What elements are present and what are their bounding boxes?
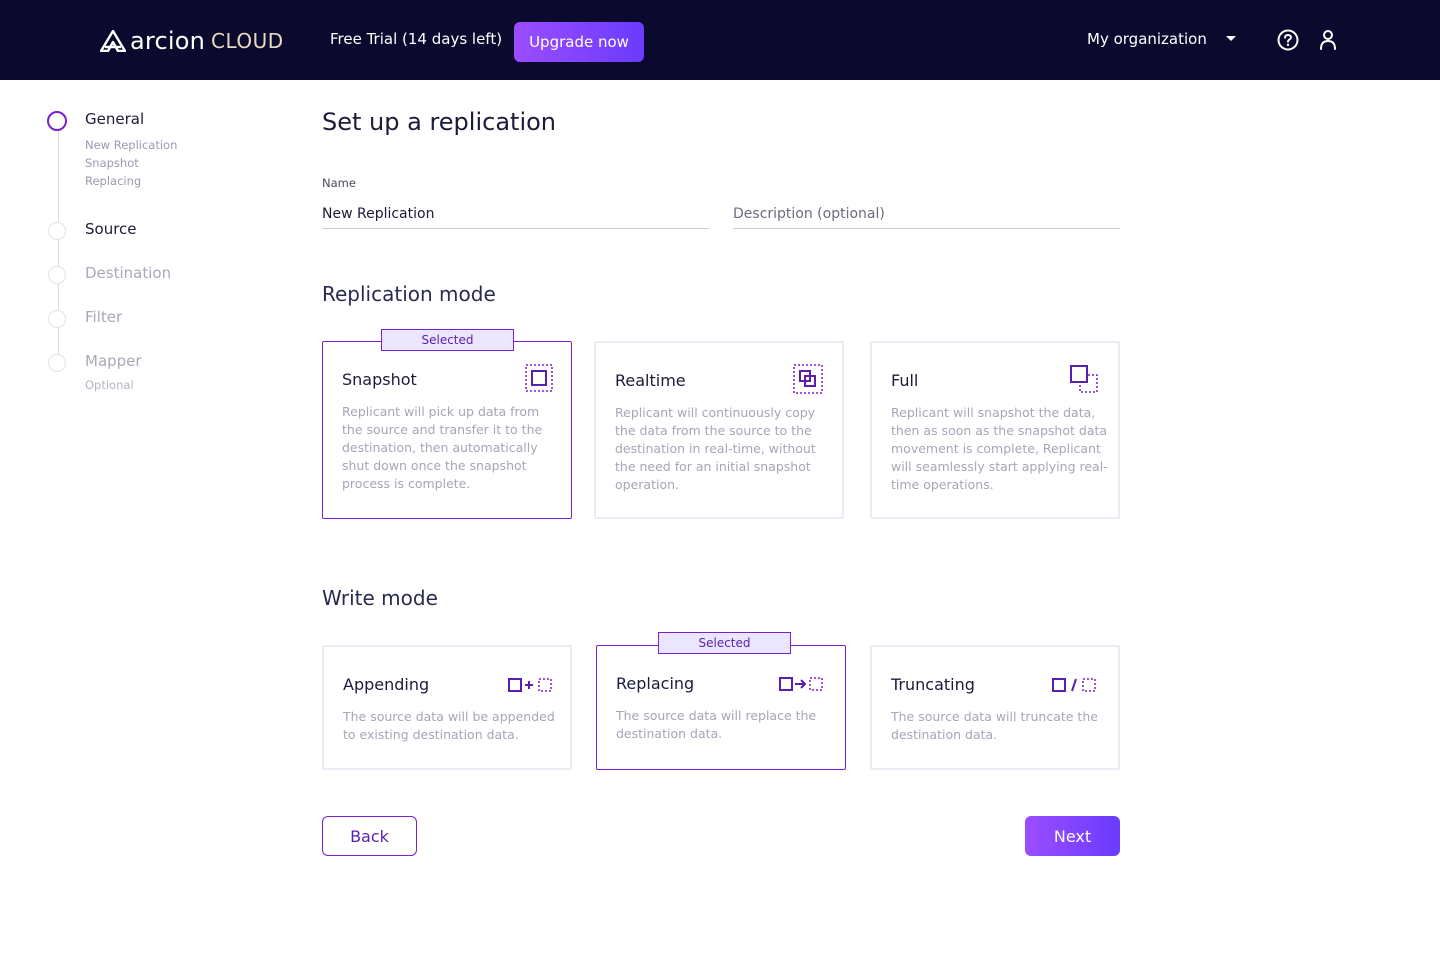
card-description-line: The source data will truncate the <box>891 709 1098 724</box>
logo-cloud-text: CLOUD <box>211 29 284 53</box>
step-sub-replication-mode: Snapshot <box>85 156 139 170</box>
card-description-line: time operations. <box>891 477 994 492</box>
upgrade-now-button[interactable]: Upgrade now <box>514 22 644 62</box>
step-label: Source <box>85 220 137 238</box>
step-indicator-active <box>47 111 67 131</box>
card-description-line: the need for an initial snapshot <box>615 459 811 474</box>
card-description-line: destination data. <box>616 726 723 741</box>
step-indicator <box>48 354 66 372</box>
card-description-line: operation. <box>615 477 679 492</box>
card-description-line: shut down once the snapshot <box>342 458 527 473</box>
card-description-line: Replicant will pick up data from <box>342 404 540 419</box>
write-mode-title: Write mode <box>322 586 438 610</box>
step-label: Filter <box>85 308 123 326</box>
step-label: Mapper <box>85 352 142 370</box>
top-bar: arcion CLOUD Free Trial (14 days left) U… <box>0 0 1440 80</box>
name-input[interactable] <box>322 200 709 229</box>
card-description-line: then as soon as the snapshot data <box>891 423 1108 438</box>
card-title: Replacing <box>616 674 695 693</box>
card-description-line: the data from the source to the <box>615 423 812 438</box>
card-description-line: The source data will be appended <box>343 709 555 724</box>
truncate-icon <box>1052 678 1096 692</box>
card-description-line: Replicant will snapshot the data, <box>891 405 1096 420</box>
card-title: Snapshot <box>342 370 417 389</box>
card-title: Appending <box>343 675 430 694</box>
user-icon[interactable] <box>1318 29 1338 51</box>
selected-badge: Selected <box>658 632 791 654</box>
card-description-line: the source and transfer it to the <box>342 422 543 437</box>
card-description-line: destination in real-time, without <box>615 441 816 456</box>
snapshot-icon <box>525 364 553 392</box>
card-description-line: destination, then automatically <box>342 440 538 455</box>
step-indicator <box>48 266 66 284</box>
replace-icon <box>779 677 823 691</box>
realtime-icon <box>793 364 823 394</box>
card-description-line: Replicant will continuously copy <box>615 405 816 420</box>
replication-mode-snapshot-card[interactable]: Snapshot Replicant will pick up data fro… <box>322 341 572 519</box>
write-mode-appending-card[interactable]: Appending The source data will be append… <box>322 645 572 770</box>
step-label: Destination <box>85 264 172 282</box>
page-title: Set up a replication <box>322 108 556 136</box>
step-indicator <box>48 222 66 240</box>
help-icon[interactable] <box>1277 29 1299 51</box>
step-indicator <box>48 310 66 328</box>
step-sub-optional: Optional <box>85 378 134 392</box>
arcion-logo-icon <box>100 30 126 52</box>
back-button[interactable]: Back <box>322 816 417 856</box>
write-mode-replacing-card[interactable]: Replacing The source data will replace t… <box>596 645 846 770</box>
card-description-line: will seamlessly start applying real- <box>891 459 1108 474</box>
step-label: General <box>85 110 145 128</box>
arcion-logo[interactable]: arcion CLOUD <box>100 26 284 56</box>
replication-mode-full-card[interactable]: Full Replicant will snapshot the data, t… <box>870 341 1120 519</box>
card-title: Truncating <box>891 675 975 694</box>
card-description-line: The source data will replace the <box>616 708 817 723</box>
logo-wordmark: arcion <box>130 27 206 55</box>
card-description-line: to existing destination data. <box>343 727 519 742</box>
trial-status: Free Trial (14 days left) <box>330 30 503 48</box>
card-description-line: movement is complete, Replicant <box>891 441 1101 456</box>
replication-mode-title: Replication mode <box>322 282 496 306</box>
step-sub-name: New Replication <box>85 138 178 152</box>
description-input[interactable] <box>733 200 1120 229</box>
card-description-line: destination data. <box>891 727 998 742</box>
append-icon <box>508 678 552 692</box>
name-label: Name <box>322 176 356 190</box>
organization-name: My organization <box>1087 30 1207 48</box>
card-title: Realtime <box>615 371 686 390</box>
write-mode-truncating-card[interactable]: Truncating The source data will truncate… <box>870 645 1120 770</box>
caret-down-icon[interactable] <box>1226 36 1236 42</box>
full-icon <box>1070 365 1098 393</box>
next-button[interactable]: Next <box>1025 816 1120 856</box>
step-sub-write-mode: Replacing <box>85 174 142 188</box>
card-description-line: process is complete. <box>342 476 471 491</box>
replication-mode-realtime-card[interactable]: Realtime Replicant will continuously cop… <box>594 341 844 519</box>
selected-badge: Selected <box>381 329 514 351</box>
card-title: Full <box>891 371 919 390</box>
organization-selector[interactable]: My organization <box>1087 30 1207 48</box>
